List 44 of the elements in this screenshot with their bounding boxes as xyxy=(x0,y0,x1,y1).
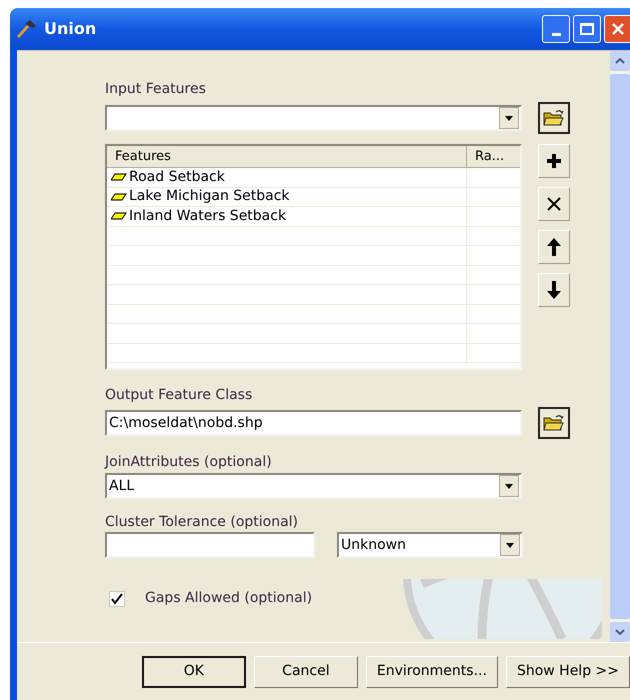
column-header[interactable]: Ra... xyxy=(467,146,520,167)
unit-dropdown[interactable]: Unknown xyxy=(337,532,523,558)
checkbox-label: Gaps Allowed (optional) xyxy=(145,589,312,608)
polygon-layer-icon xyxy=(111,212,127,220)
field-label: Cluster Tolerance (optional) xyxy=(105,513,300,531)
open-folder-button[interactable] xyxy=(538,407,570,439)
polygon-layer-icon xyxy=(111,173,127,182)
dialog-button[interactable]: Cancel xyxy=(254,656,358,688)
window-title: Union xyxy=(44,18,96,40)
add-button[interactable] xyxy=(538,144,570,178)
down-chevron-icon xyxy=(615,629,625,635)
plus-icon xyxy=(545,152,563,170)
remove-button[interactable] xyxy=(538,187,570,221)
field-label: JoinAttributes (optional) xyxy=(105,453,273,471)
hammer-icon xyxy=(16,19,38,39)
folder-icon xyxy=(543,414,565,432)
field-label: Output Feature Class xyxy=(105,386,254,404)
column-header[interactable]: Features xyxy=(107,146,467,167)
minimize-button[interactable] xyxy=(542,15,570,43)
field-label: Input Features xyxy=(105,80,207,98)
open-folder-button[interactable] xyxy=(538,102,570,134)
close-icon xyxy=(610,22,624,36)
up-arrow-icon xyxy=(547,238,561,256)
close-button[interactable] xyxy=(604,15,630,43)
table-cell[interactable]: Road Setback xyxy=(107,168,467,186)
cluster-tolerance-field[interactable] xyxy=(105,532,315,558)
dialog-button[interactable]: Environments... xyxy=(366,656,498,688)
join-attributes-dropdown[interactable]: ALL xyxy=(105,473,522,499)
up-chevron-icon xyxy=(615,58,625,64)
scrollbar[interactable] xyxy=(610,51,630,642)
checkbox[interactable] xyxy=(109,590,125,606)
folder-icon xyxy=(543,109,565,127)
move-up-button[interactable] xyxy=(538,230,570,264)
dialog-button[interactable]: Show Help >> xyxy=(506,656,630,688)
move-down-button[interactable] xyxy=(538,273,570,307)
dialog-button[interactable]: OK xyxy=(142,656,246,688)
table-cell[interactable]: Inland Waters Setback xyxy=(107,207,467,226)
maximize-button[interactable] xyxy=(573,15,601,43)
polygon-layer-icon xyxy=(111,192,127,201)
input-features-dropdown[interactable] xyxy=(105,105,522,131)
down-arrow-icon xyxy=(547,281,561,299)
output-path-field[interactable]: C:\moseldat\nobd.shp xyxy=(105,410,522,436)
table-cell[interactable]: Lake Michigan Setback xyxy=(107,188,467,206)
cross-icon xyxy=(546,196,562,212)
